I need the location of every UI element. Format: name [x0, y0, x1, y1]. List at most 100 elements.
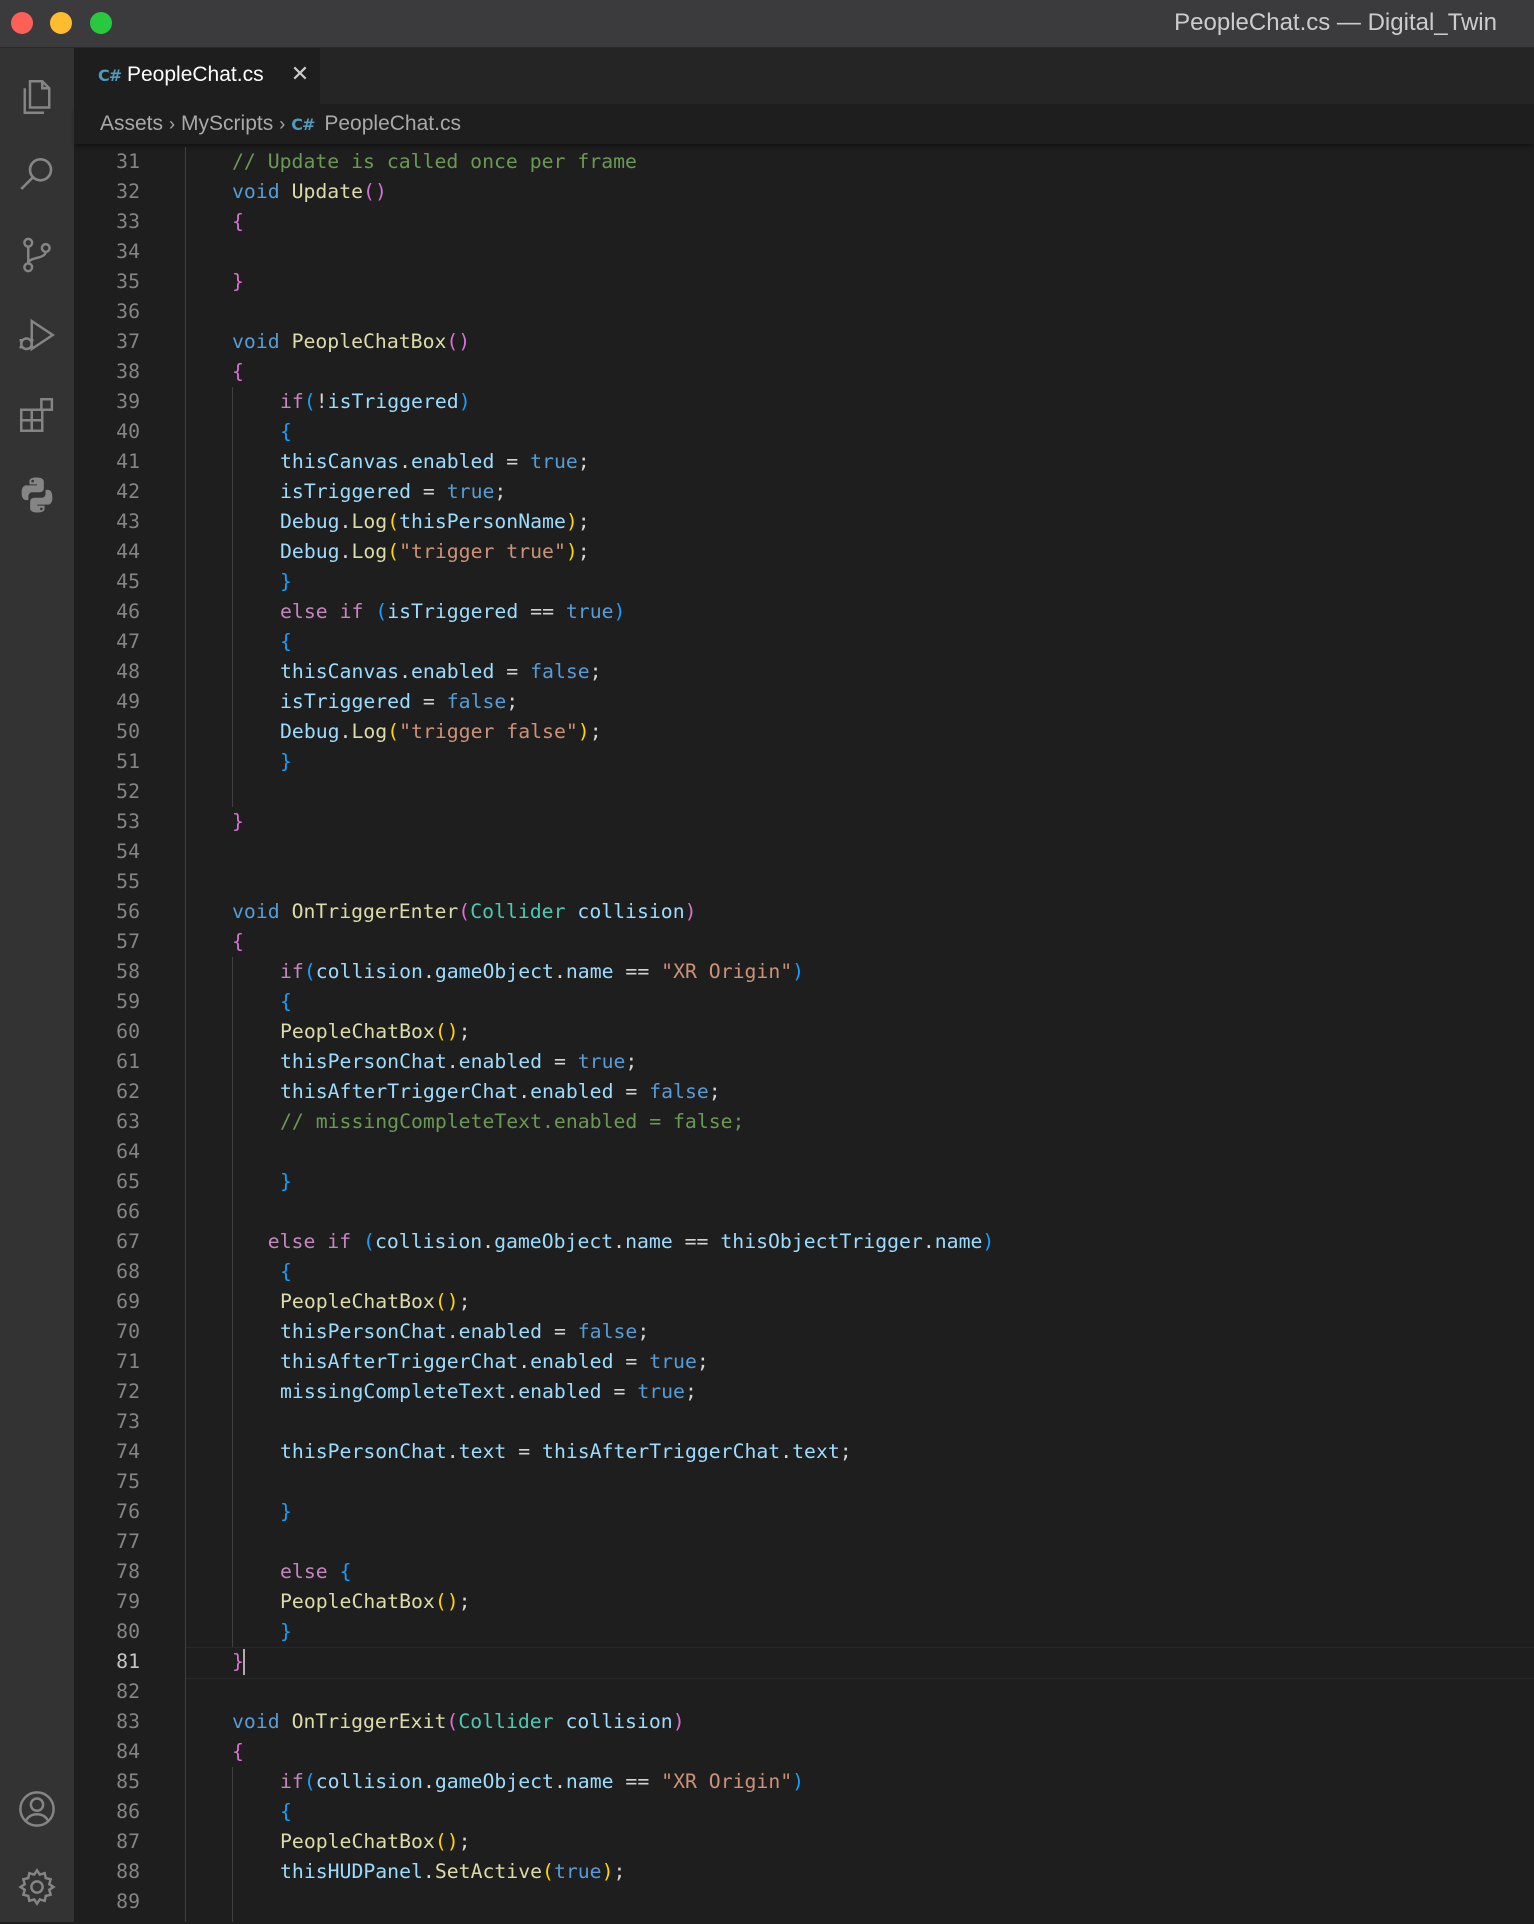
line-number[interactable]: 89	[74, 1887, 140, 1917]
run-debug-button[interactable]	[0, 298, 74, 372]
line-number[interactable]: 50	[74, 717, 140, 747]
code-line: 88 thisHUDPanel.SetActive(true);	[74, 1857, 1534, 1887]
breadcrumb-item-file[interactable]: PeopleChat.cs	[324, 112, 461, 136]
code-line: 87 PeopleChatBox();	[74, 1827, 1534, 1857]
line-number[interactable]: 38	[74, 357, 140, 387]
line-number[interactable]: 34	[74, 237, 140, 267]
line-number[interactable]: 35	[74, 267, 140, 297]
line-number[interactable]: 43	[74, 507, 140, 537]
breadcrumb-item-assets[interactable]: Assets	[100, 112, 163, 136]
line-number[interactable]: 62	[74, 1077, 140, 1107]
line-number[interactable]: 71	[74, 1347, 140, 1377]
code-token: PeopleChatBox	[280, 1020, 435, 1043]
line-number[interactable]: 49	[74, 687, 140, 717]
code-token: {	[339, 1560, 352, 1583]
line-number[interactable]: 76	[74, 1497, 140, 1527]
line-number[interactable]: 85	[74, 1767, 140, 1797]
breadcrumb-item-myscripts[interactable]: MyScripts	[181, 112, 273, 136]
line-number[interactable]: 72	[74, 1377, 140, 1407]
line-number[interactable]: 36	[74, 297, 140, 327]
line-number[interactable]: 31	[74, 147, 140, 177]
line-number[interactable]: 67	[74, 1227, 140, 1257]
code-token: PeopleChatBox	[280, 1830, 435, 1853]
line-number[interactable]: 73	[74, 1407, 140, 1437]
line-number[interactable]: 54	[74, 837, 140, 867]
line-number[interactable]: 47	[74, 627, 140, 657]
line-number[interactable]: 75	[74, 1467, 140, 1497]
line-number[interactable]: 59	[74, 987, 140, 1017]
code-editor[interactable]: 31 // Update is called once per frame 32 vo…	[74, 144, 1534, 1922]
line-number[interactable]: 42	[74, 477, 140, 507]
line-number[interactable]: 61	[74, 1047, 140, 1077]
line-number[interactable]: 70	[74, 1317, 140, 1347]
line-number[interactable]: 45	[74, 567, 140, 597]
line-number[interactable]: 60	[74, 1017, 140, 1047]
line-number[interactable]: 48	[74, 657, 140, 687]
line-number[interactable]: 37	[74, 327, 140, 357]
line-number[interactable]: 55	[74, 867, 140, 897]
source-control-button[interactable]	[0, 218, 74, 292]
line-number[interactable]: 64	[74, 1137, 140, 1167]
line-number[interactable]: 41	[74, 447, 140, 477]
line-number[interactable]: 81	[74, 1647, 140, 1677]
explorer-button[interactable]	[0, 60, 74, 134]
line-number[interactable]: 39	[74, 387, 140, 417]
code-token: .	[422, 960, 435, 983]
manage-button[interactable]	[0, 1850, 74, 1924]
line-number[interactable]: 69	[74, 1287, 140, 1317]
line-number[interactable]: 65	[74, 1167, 140, 1197]
line-number[interactable]: 57	[74, 927, 140, 957]
settings-gear-icon	[18, 1868, 56, 1906]
code-token: {	[232, 1740, 244, 1763]
code-line: 66	[74, 1197, 1534, 1227]
line-number[interactable]: 78	[74, 1557, 140, 1587]
line-number[interactable]: 77	[74, 1527, 140, 1557]
code-token: ;	[458, 1830, 471, 1853]
line-number[interactable]: 33	[74, 207, 140, 237]
line-number[interactable]: 53	[74, 807, 140, 837]
line-number[interactable]: 90	[74, 1917, 140, 1922]
code-token: ;	[458, 1290, 471, 1313]
code-line: 71 thisAfterTriggerChat.enabled = true;	[74, 1347, 1534, 1377]
accounts-button[interactable]	[0, 1772, 74, 1846]
line-number[interactable]: 51	[74, 747, 140, 777]
code-token: OnTriggerEnter	[291, 900, 459, 923]
code-token: true	[530, 450, 578, 473]
line-number[interactable]: 56	[74, 897, 140, 927]
close-window-button[interactable]	[11, 12, 33, 34]
line-number[interactable]: 58	[74, 957, 140, 987]
line-number[interactable]: 63	[74, 1107, 140, 1137]
close-tab-icon[interactable]: ✕	[286, 60, 314, 88]
code-token: (	[303, 1770, 316, 1793]
line-number[interactable]: 80	[74, 1617, 140, 1647]
python-button[interactable]	[0, 458, 74, 532]
line-number[interactable]: 82	[74, 1677, 140, 1707]
line-number[interactable]: 40	[74, 417, 140, 447]
line-number[interactable]: 84	[74, 1737, 140, 1767]
line-number[interactable]: 46	[74, 597, 140, 627]
line-number[interactable]: 88	[74, 1857, 140, 1887]
search-button[interactable]	[0, 138, 74, 212]
line-number[interactable]: 32	[74, 177, 140, 207]
code-text: thisPersonChat.enabled = true;	[280, 1047, 637, 1077]
code-token: )	[458, 390, 471, 413]
code-text: }	[280, 747, 292, 777]
tab-peoplechat-cs[interactable]: C# PeopleChat.cs ✕	[74, 48, 320, 104]
line-number[interactable]: 68	[74, 1257, 140, 1287]
line-number[interactable]: 66	[74, 1197, 140, 1227]
line-number[interactable]: 74	[74, 1437, 140, 1467]
code-token: ==	[613, 1770, 662, 1793]
line-number[interactable]: 79	[74, 1587, 140, 1617]
breadcrumb: Assets › MyScripts › C# PeopleChat.cs	[74, 104, 1534, 144]
line-number[interactable]: 52	[74, 777, 140, 807]
code-token: }	[280, 570, 292, 593]
line-number[interactable]: 87	[74, 1827, 140, 1857]
minimize-window-button[interactable]	[50, 12, 72, 34]
extensions-button[interactable]	[0, 378, 74, 452]
zoom-window-button[interactable]	[90, 12, 112, 34]
line-number[interactable]: 44	[74, 537, 140, 567]
line-number[interactable]: 83	[74, 1707, 140, 1737]
line-number[interactable]: 86	[74, 1797, 140, 1827]
code-token: void	[232, 1710, 280, 1733]
